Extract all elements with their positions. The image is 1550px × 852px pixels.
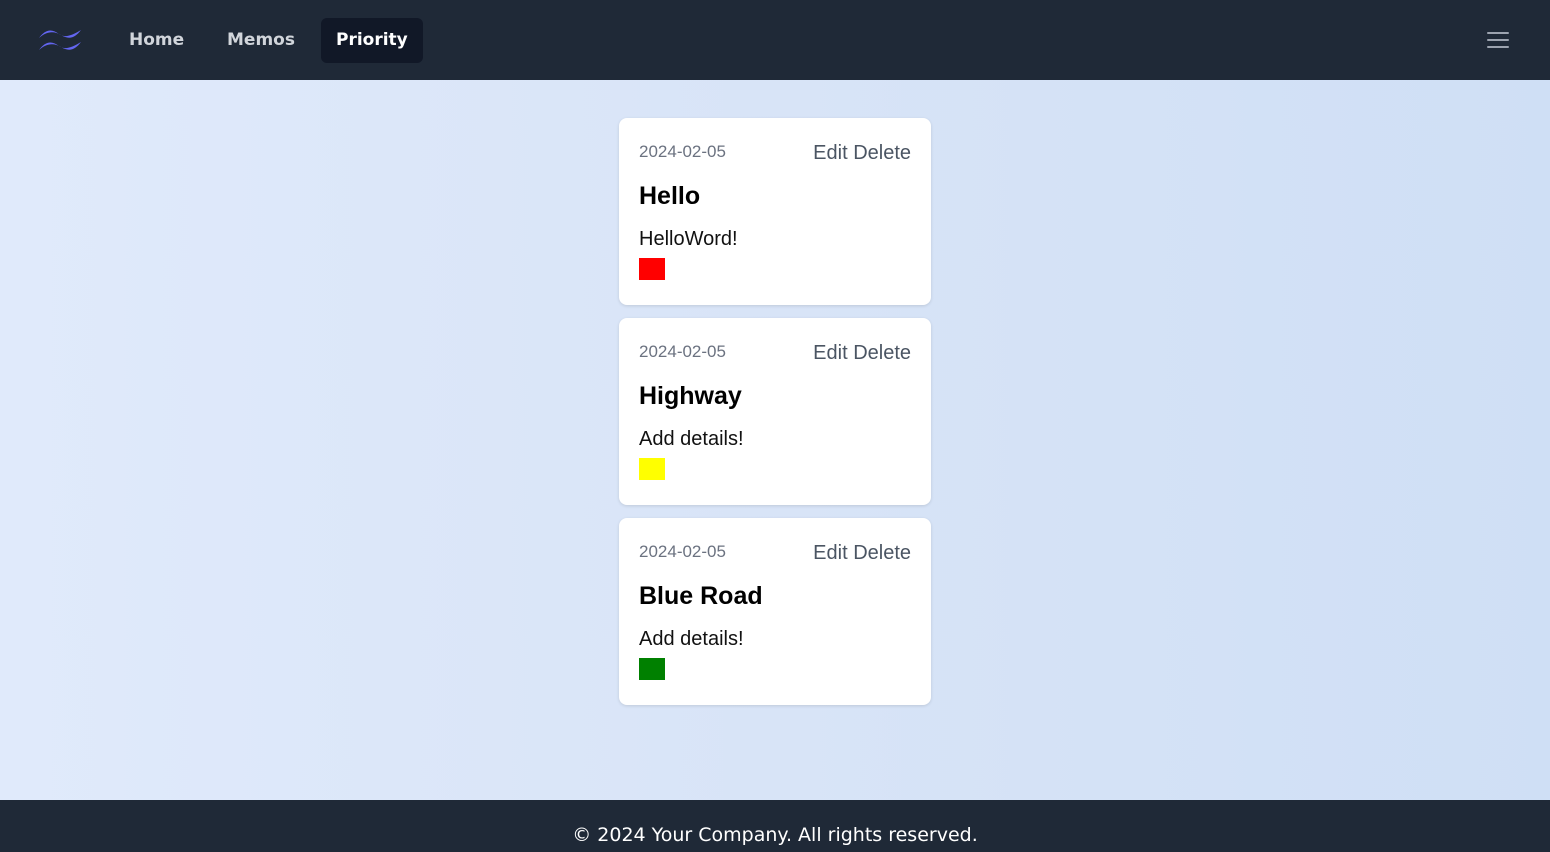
memo-title: Hello [639, 182, 701, 210]
copyright-text: © 2024 Your Company. All rights reserved… [572, 824, 978, 846]
delete-button[interactable]: Delete [853, 342, 911, 364]
memo-details: Add details! [639, 628, 744, 650]
memo-actions: Edit Delete [813, 542, 911, 565]
priority-swatch [639, 458, 665, 480]
memo-actions: Edit Delete [813, 142, 911, 165]
memo-date: 2024-02-05 [639, 142, 726, 161]
edit-button[interactable]: Edit [813, 542, 847, 564]
delete-button[interactable]: Delete [853, 542, 911, 564]
memo-details: Add details! [639, 428, 744, 450]
nav-priority[interactable]: Priority [321, 18, 423, 63]
edit-button[interactable]: Edit [813, 142, 847, 164]
priority-swatch [639, 658, 665, 680]
top-navbar: Home Memos Priority [0, 0, 1550, 80]
hamburger-menu-icon[interactable] [1486, 30, 1510, 50]
memo-details: HelloWord! [639, 228, 738, 250]
memo-date: 2024-02-05 [639, 342, 726, 361]
logo-icon[interactable] [37, 26, 83, 54]
priority-swatch [639, 258, 665, 280]
nav-memos[interactable]: Memos [212, 18, 310, 63]
memo-list-area: 2024-02-05 Edit Delete Hello HelloWord! … [0, 80, 1550, 800]
nav-home[interactable]: Home [114, 18, 199, 63]
memo-card: 2024-02-05 Edit Delete Highway Add detai… [619, 318, 931, 505]
memo-title: Highway [639, 382, 742, 410]
memo-date: 2024-02-05 [639, 542, 726, 561]
memo-actions: Edit Delete [813, 342, 911, 365]
footer: © 2024 Your Company. All rights reserved… [0, 800, 1550, 852]
delete-button[interactable]: Delete [853, 142, 911, 164]
edit-button[interactable]: Edit [813, 342, 847, 364]
memo-title: Blue Road [639, 582, 763, 610]
memo-card: 2024-02-05 Edit Delete Blue Road Add det… [619, 518, 931, 705]
memo-card: 2024-02-05 Edit Delete Hello HelloWord! [619, 118, 931, 305]
